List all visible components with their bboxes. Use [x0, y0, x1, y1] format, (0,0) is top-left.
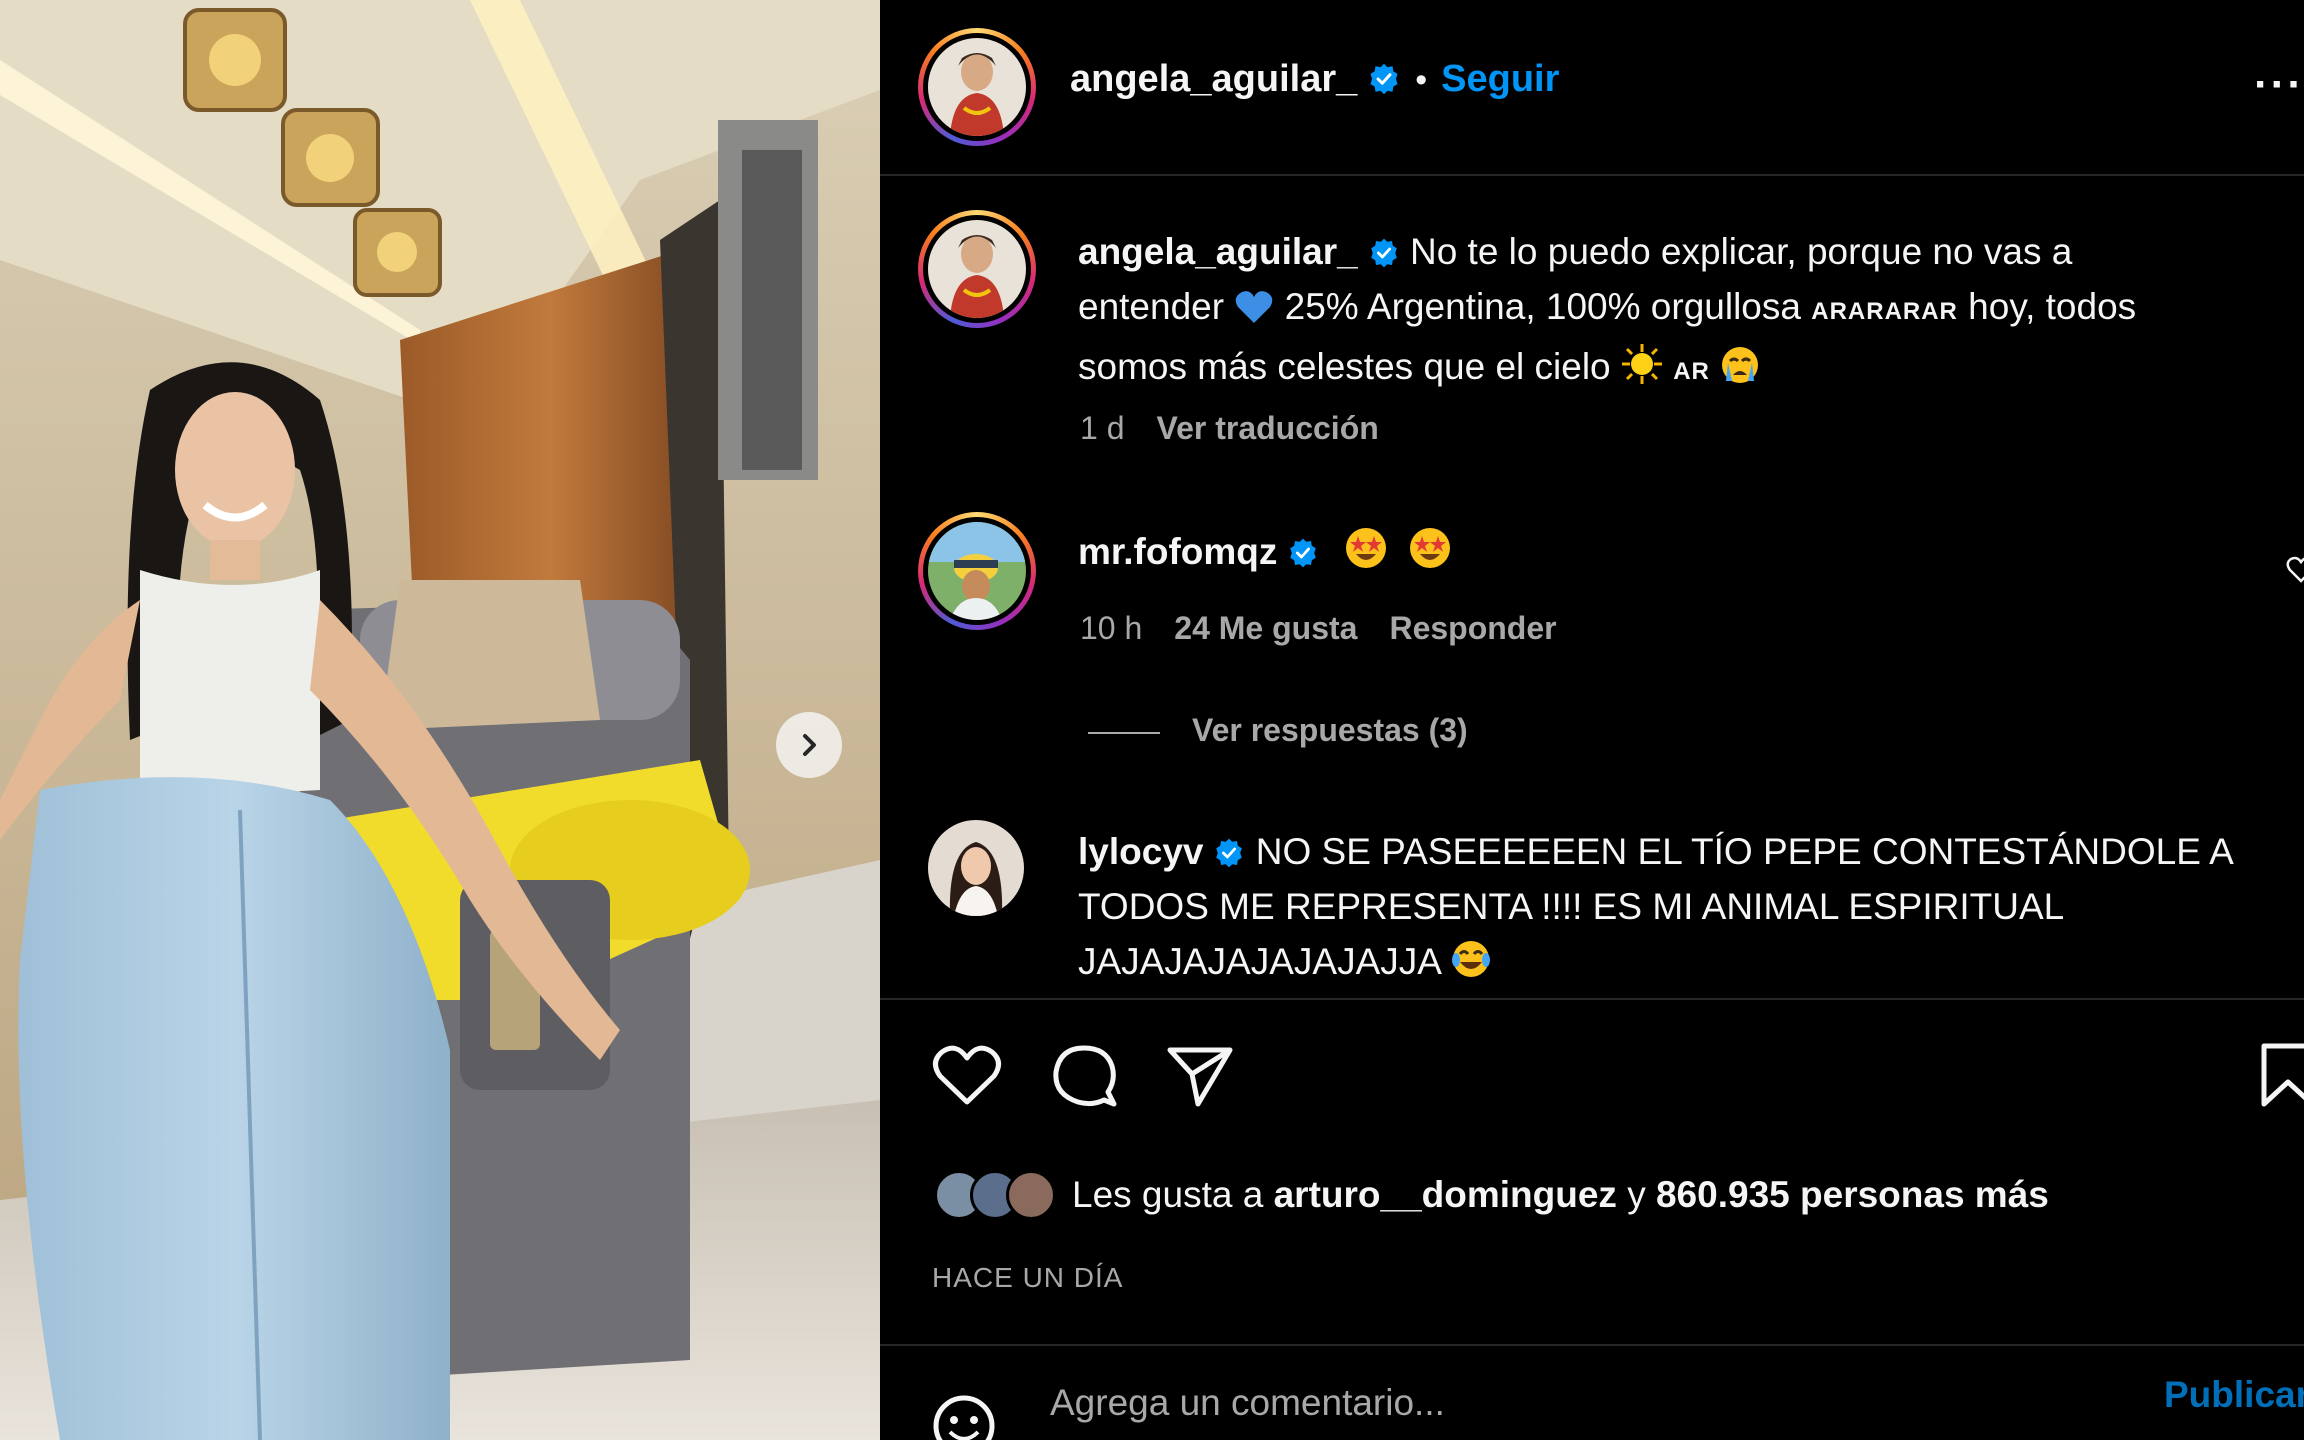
comment-1-meta: 10 h 24 Me gusta Responder	[1080, 610, 1589, 647]
view-replies-button[interactable]: Ver respuestas (3)	[1088, 712, 1500, 749]
post-header: angela_aguilar_ • Seguir ···	[880, 0, 2304, 176]
post-photo-image	[0, 0, 880, 1440]
comment-2-line-2: TODOS ME REPRESENTA !!!! ES MI ANIMAL ES…	[1078, 886, 2065, 927]
comment-1-like-icon[interactable]	[2286, 554, 2304, 584]
heart-icon[interactable]	[932, 1044, 1002, 1108]
caption-meta: 1 d Ver traducción	[1080, 410, 1411, 447]
verified-badge-icon	[1370, 63, 1398, 95]
verified-badge-icon	[1290, 538, 1317, 568]
comment-icon[interactable]	[1050, 1042, 1118, 1110]
caption-flag-code: AR	[1673, 358, 1710, 385]
likes-prefix: Les gusta a	[1072, 1174, 1264, 1215]
caption-username[interactable]: angela_aguilar_	[1078, 231, 1358, 272]
caption-line-2a: entender	[1078, 286, 1225, 327]
post-actions: Les gusta a arturo__dominguez y 860.935 …	[880, 998, 2304, 1342]
comment-2-line-3: JAJAJAJAJAJAJAJJA	[1078, 941, 1440, 982]
comment-1-text: mr.fofomqz	[1078, 524, 1452, 579]
avatar-image	[928, 522, 1026, 620]
caption-line-2d: hoy, todos	[1968, 286, 2137, 327]
likes-count[interactable]: 860.935 personas más	[1656, 1174, 2049, 1216]
publish-button[interactable]: Publicar	[2164, 1374, 2304, 1416]
tears-of-joy-icon	[1452, 941, 1491, 977]
star-eyes-emoji-icon	[1345, 528, 1386, 568]
comment-2-line-1: NO SE PASEEEEEEN EL TÍO PEPE CONTESTÁNDO…	[1255, 831, 2234, 872]
liker-avatars[interactable]	[934, 1170, 1056, 1220]
caption-line-3a: somos más celestes que el cielo	[1078, 346, 1611, 387]
next-photo-button[interactable]	[776, 712, 842, 778]
author-avatar[interactable]	[918, 28, 1036, 146]
author-username[interactable]: angela_aguilar_	[1070, 58, 1357, 100]
post-time-ago[interactable]: HACE UN DÍA	[932, 1262, 1123, 1294]
chevron-right-icon	[803, 734, 816, 756]
view-replies-label[interactable]: Ver respuestas (3)	[1192, 712, 1468, 748]
comment-2-username[interactable]: lylocyv	[1078, 831, 1203, 872]
bookmark-icon[interactable]	[2258, 1042, 2304, 1108]
comment-composer: Publicar	[880, 1344, 2304, 1440]
likes-summary: Les gusta a arturo__dominguez y 860.935 …	[934, 1170, 2049, 1220]
commenter-avatar[interactable]	[928, 820, 1024, 916]
replies-divider	[1088, 731, 1160, 734]
caption-flag-text: ARARARAR	[1811, 298, 1958, 325]
more-options-button[interactable]: ···	[2254, 60, 2304, 110]
follow-button[interactable]: Seguir	[1441, 58, 1559, 100]
comment-1-time: 10 h	[1080, 610, 1143, 646]
comment-1-username[interactable]: mr.fofomqz	[1078, 531, 1277, 572]
blue-heart-icon	[1236, 291, 1273, 323]
translate-link[interactable]: Ver traducción	[1156, 410, 1378, 446]
caption-time: 1 d	[1080, 410, 1125, 446]
crying-face-icon	[1722, 347, 1759, 383]
likes-connector: y	[1627, 1174, 1646, 1215]
header-user-line: angela_aguilar_ • Seguir	[1070, 58, 1559, 101]
caption-text: angela_aguilar_ No te lo puedo explicar,…	[1078, 224, 2258, 399]
verified-badge-icon	[1370, 238, 1397, 268]
comment-1-reply-button[interactable]: Responder	[1389, 610, 1556, 646]
post-side-panel: angela_aguilar_ • Seguir ··· angela_aguila…	[880, 0, 2304, 1440]
verified-badge-icon	[1216, 838, 1243, 868]
caption-line-1: No te lo puedo explicar, porque no vas a	[1409, 231, 2073, 272]
sun-face-icon	[1621, 344, 1662, 384]
emoji-icon[interactable]	[932, 1394, 996, 1440]
liker-avatar	[1006, 1170, 1056, 1220]
avatar-image	[928, 38, 1026, 136]
comments-section[interactable]: angela_aguilar_ No te lo puedo explicar,…	[880, 178, 2304, 998]
avatar-image	[928, 220, 1026, 318]
comment-2-text: lylocyv NO SE PASEEEEEEN EL TÍO PEPE CON…	[1078, 824, 2258, 989]
header-separator: •	[1415, 61, 1428, 99]
star-eyes-emoji-icon	[1409, 528, 1450, 568]
share-icon[interactable]	[1166, 1044, 1234, 1108]
caption-avatar[interactable]	[918, 210, 1036, 328]
post-photo[interactable]	[0, 0, 880, 1440]
comment-input[interactable]	[1050, 1368, 2050, 1438]
avatar-image	[928, 820, 1024, 916]
comment-1-likes[interactable]: 24 Me gusta	[1174, 610, 1357, 646]
commenter-avatar[interactable]	[918, 512, 1036, 630]
likes-user[interactable]: arturo__dominguez	[1274, 1174, 1617, 1216]
caption-line-2b: 25% Argentina, 100% orgullosa	[1284, 286, 1801, 327]
